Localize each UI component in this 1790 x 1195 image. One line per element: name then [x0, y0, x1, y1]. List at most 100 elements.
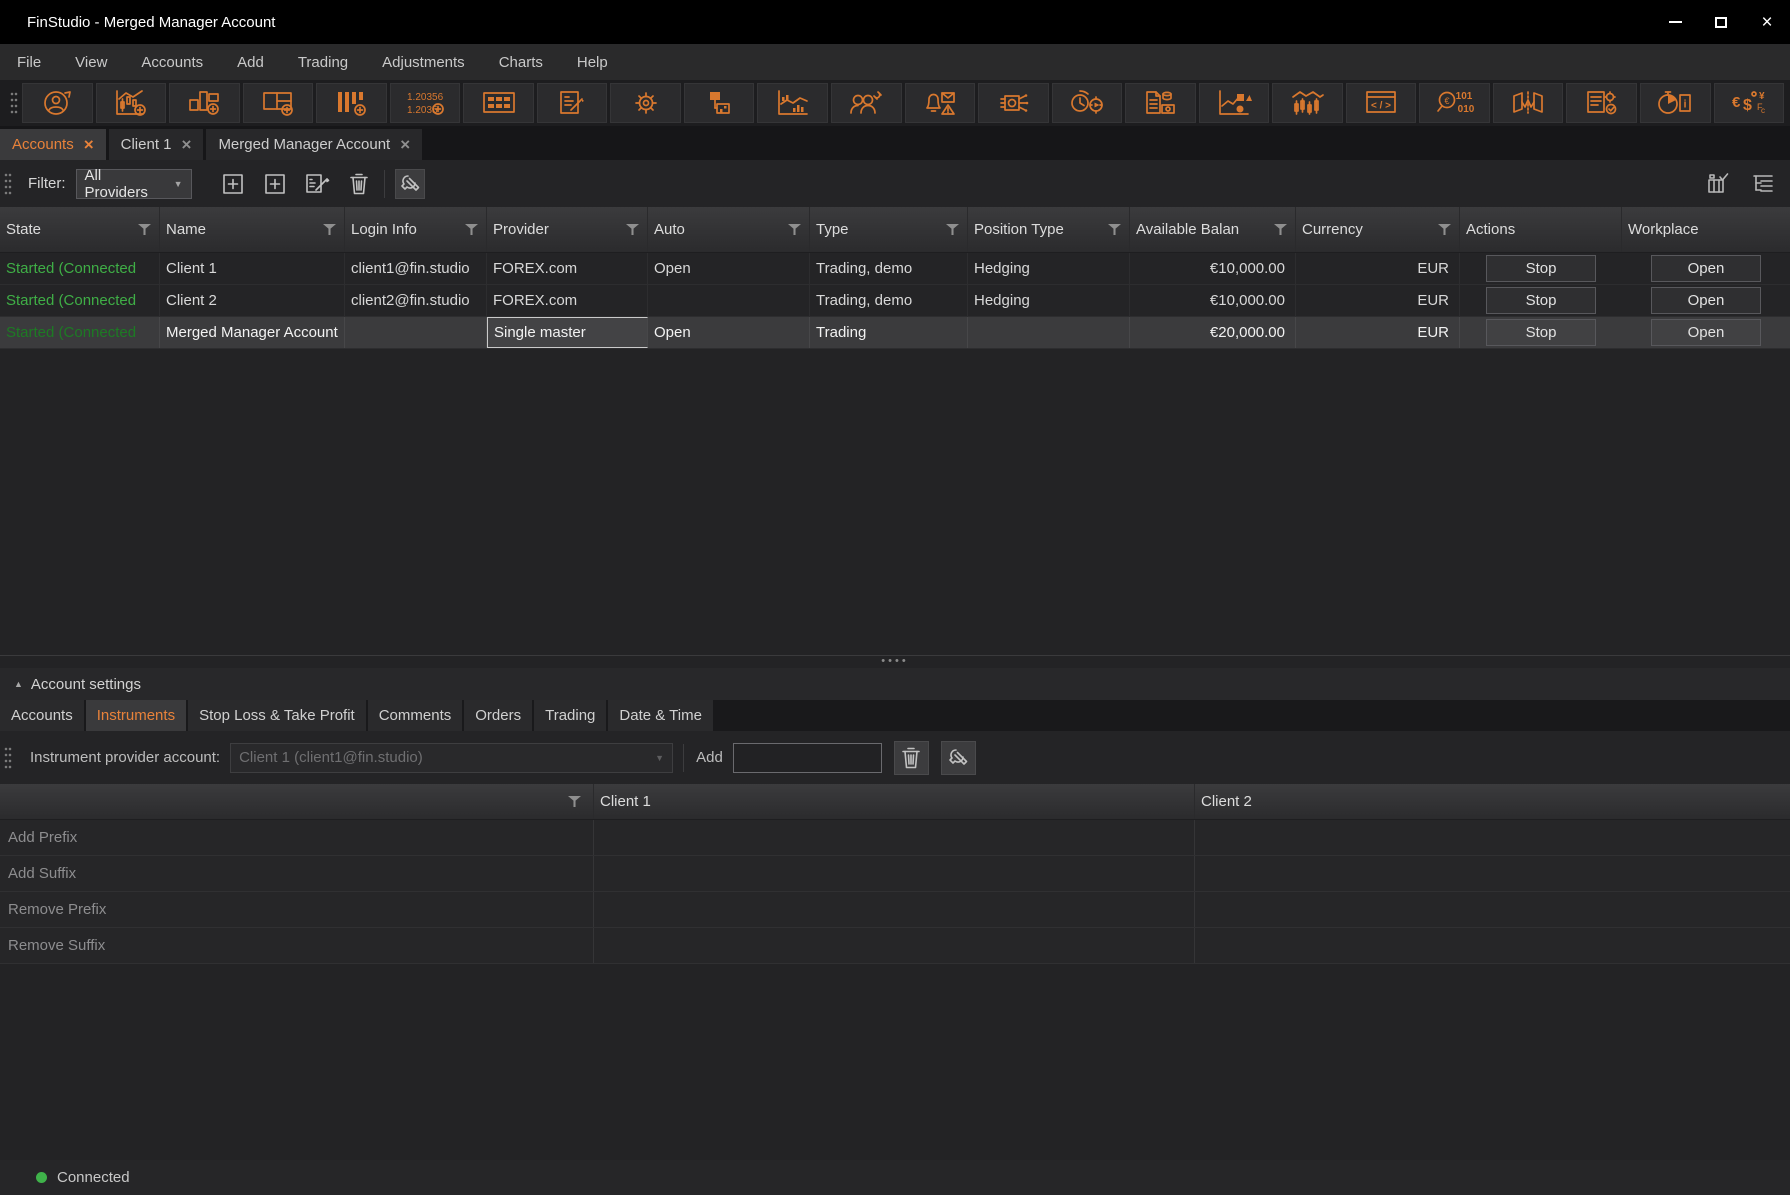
toolbar-drag-handle[interactable]	[10, 91, 18, 115]
cell-state[interactable]: Started (Connected	[0, 285, 160, 316]
cell-currency[interactable]: EUR	[1296, 253, 1460, 284]
open-workplace-button[interactable]: Open	[1651, 319, 1761, 346]
menu-charts[interactable]: Charts	[482, 44, 560, 80]
settings-tab-date-time[interactable]: Date & Time	[608, 700, 713, 731]
stop-button[interactable]: Stop	[1486, 255, 1596, 282]
open-workplace-button[interactable]: Open	[1651, 255, 1761, 282]
filter-funnel-icon[interactable]	[946, 224, 959, 235]
scheduler-button[interactable]	[1052, 83, 1123, 123]
tab-accounts[interactable]: Accounts ×	[0, 129, 106, 160]
account-settings-header[interactable]: ▲ Account settings	[0, 668, 1790, 700]
rule-value-client-2[interactable]	[1195, 892, 1790, 927]
delete-instrument-button[interactable]	[894, 741, 929, 775]
candlestick-analysis-button[interactable]	[1272, 83, 1343, 123]
filter-funnel-icon[interactable]	[1108, 224, 1121, 235]
tab-client-1-close-icon[interactable]: ×	[182, 136, 192, 153]
column-header-provider[interactable]: Provider	[487, 207, 648, 252]
add-account-button[interactable]	[218, 169, 248, 199]
collapse-triangle-icon[interactable]: ▲	[14, 679, 23, 689]
column-header-actions[interactable]: Actions	[1460, 207, 1622, 252]
cell-position-type[interactable]	[968, 317, 1130, 348]
close-button[interactable]: ×	[1744, 0, 1790, 44]
instrument-rule-row[interactable]: Add Prefix	[0, 820, 1790, 856]
menu-help[interactable]: Help	[560, 44, 625, 80]
column-header-login-info[interactable]: Login Info	[345, 207, 487, 252]
filter-funnel-icon[interactable]	[1274, 224, 1287, 235]
provider-filter-dropdown[interactable]: All Providers ▼	[76, 169, 192, 199]
settings-tab-orders[interactable]: Orders	[464, 700, 532, 731]
group-panel-button[interactable]	[1748, 169, 1778, 199]
instrument-rule-row[interactable]: Remove Suffix	[0, 928, 1790, 964]
filter-funnel-icon[interactable]	[138, 224, 151, 235]
portfolio-chart-button[interactable]	[1199, 83, 1270, 123]
rule-value-client-1[interactable]	[594, 820, 1195, 855]
column-header-type[interactable]: Type	[810, 207, 968, 252]
menu-view[interactable]: View	[58, 44, 124, 80]
rule-value-client-2[interactable]	[1195, 928, 1790, 963]
rule-value-client-1[interactable]	[594, 892, 1195, 927]
connections-button[interactable]	[831, 83, 902, 123]
account-row-client-1[interactable]: Started (Connected Client 1 client1@fin.…	[0, 253, 1790, 285]
edit-notes-button[interactable]	[537, 83, 608, 123]
instrument-rule-row[interactable]: Add Suffix	[0, 856, 1790, 892]
account-row-merged-manager[interactable]: Started (Connected Merged Manager Accoun…	[0, 317, 1790, 349]
settings-tab-instruments[interactable]: Instruments	[86, 700, 186, 731]
account-row-client-2[interactable]: Started (Connected Client 2 client2@fin.…	[0, 285, 1790, 317]
new-layout-button[interactable]	[169, 83, 240, 123]
column-chooser-button[interactable]	[1704, 169, 1734, 199]
tab-merged-manager-close-icon[interactable]: ×	[400, 136, 410, 153]
settings-tab-stop-loss-take-profit[interactable]: Stop Loss & Take Profit	[188, 700, 366, 731]
cell-name[interactable]: Merged Manager Account	[160, 317, 345, 348]
tab-merged-manager-account[interactable]: Merged Manager Account ×	[206, 129, 422, 160]
cell-state[interactable]: Started (Connected	[0, 317, 160, 348]
new-quote-board-button[interactable]: 1.203561.2035	[390, 83, 461, 123]
filter-funnel-icon[interactable]	[626, 224, 639, 235]
column-header-name[interactable]: Name	[160, 207, 345, 252]
instrument-rule-row[interactable]: Remove Prefix	[0, 892, 1790, 928]
settings-tab-comments[interactable]: Comments	[368, 700, 463, 731]
cell-name[interactable]: Client 1	[160, 253, 345, 284]
column-header-position-type[interactable]: Position Type	[968, 207, 1130, 252]
menu-adjustments[interactable]: Adjustments	[365, 44, 482, 80]
cell-type[interactable]: Trading, demo	[810, 253, 968, 284]
column-header-client-2[interactable]: Client 2	[1195, 784, 1790, 819]
provider-toolbar-drag-handle[interactable]	[4, 746, 12, 770]
cell-available-balance[interactable]: €20,000.00	[1130, 317, 1296, 348]
timer-info-button[interactable]: i	[1640, 83, 1711, 123]
account-tools-button[interactable]	[395, 169, 425, 199]
stop-button[interactable]: Stop	[1486, 287, 1596, 314]
menu-trading[interactable]: Trading	[281, 44, 365, 80]
filter-funnel-icon[interactable]	[788, 224, 801, 235]
cell-auto[interactable]	[648, 285, 810, 316]
cell-name[interactable]: Client 2	[160, 285, 345, 316]
maximize-button[interactable]	[1698, 0, 1744, 44]
edit-account-button[interactable]	[302, 169, 332, 199]
add-merged-account-button[interactable]	[260, 169, 290, 199]
cell-state[interactable]: Started (Connected	[0, 253, 160, 284]
algo-chip-button[interactable]	[978, 83, 1049, 123]
column-header-auto[interactable]: Auto	[648, 207, 810, 252]
cell-provider[interactable]: FOREX.com	[487, 285, 648, 316]
cell-auto[interactable]: Open	[648, 253, 810, 284]
cell-login[interactable]: client1@fin.studio	[345, 253, 487, 284]
minimize-button[interactable]	[1652, 0, 1698, 44]
rule-value-client-2[interactable]	[1195, 856, 1790, 891]
currency-converter-button[interactable]: €$¥Fc	[1714, 83, 1785, 123]
cell-currency[interactable]: EUR	[1296, 317, 1460, 348]
new-chart-button[interactable]	[96, 83, 167, 123]
cell-position-type[interactable]: Hedging	[968, 253, 1130, 284]
cell-available-balance[interactable]: €10,000.00	[1130, 253, 1296, 284]
new-workspace-button[interactable]	[243, 83, 314, 123]
column-header-rule[interactable]	[0, 784, 594, 819]
org-structure-button[interactable]	[684, 83, 755, 123]
account-refresh-button[interactable]	[22, 83, 93, 123]
menu-file[interactable]: File	[0, 44, 58, 80]
reports-button[interactable]	[1125, 83, 1196, 123]
instrument-provider-dropdown[interactable]: Client 1 (client1@fin.studio) ▼	[230, 743, 673, 773]
journal-book-button[interactable]	[1493, 83, 1564, 123]
column-header-available-balance[interactable]: Available Balan	[1130, 207, 1296, 252]
market-watch-button[interactable]	[757, 83, 828, 123]
column-header-workplace[interactable]: Workplace	[1622, 207, 1790, 252]
filter-funnel-icon[interactable]	[465, 224, 478, 235]
cell-available-balance[interactable]: €10,000.00	[1130, 285, 1296, 316]
